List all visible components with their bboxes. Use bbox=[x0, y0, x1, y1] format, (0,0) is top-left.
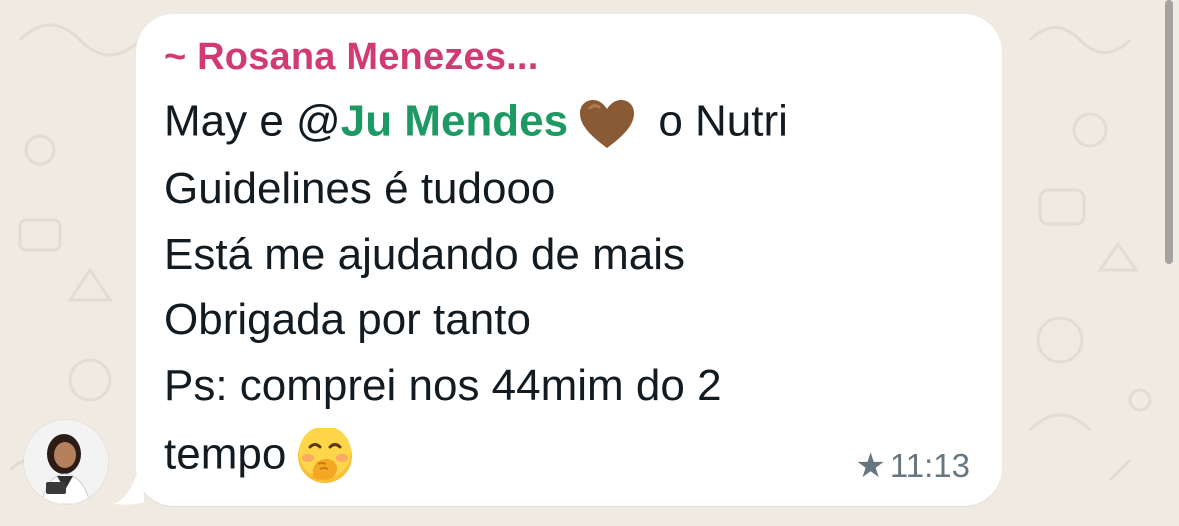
mention-link[interactable]: Ju Mendes bbox=[341, 97, 568, 146]
message-bubble[interactable]: ~ Rosana Menezes... May e @Ju Mendes o N… bbox=[136, 14, 1002, 506]
face-with-hand-over-mouth-icon bbox=[296, 428, 354, 486]
message-line: Guidelines é tudooo bbox=[164, 164, 556, 213]
mention-at-symbol: @ bbox=[296, 96, 341, 146]
message-line: Ps: comprei nos 44mim do 2 bbox=[164, 361, 722, 410]
brown-heart-icon bbox=[578, 98, 636, 150]
scrollbar[interactable] bbox=[1165, 0, 1173, 264]
message-line: May e @Ju Mendes o Nutri bbox=[164, 98, 788, 150]
message-line: Obrigada por tanto bbox=[164, 295, 531, 344]
message-meta: ★ 11:13 bbox=[855, 446, 970, 486]
message-text: May e bbox=[164, 96, 297, 146]
sender-name[interactable]: ~ Rosana Menezes... bbox=[164, 36, 538, 79]
star-icon: ★ bbox=[855, 447, 886, 485]
message-line: tempo bbox=[164, 428, 364, 486]
message-text: o Nutri bbox=[646, 96, 788, 146]
sender-avatar[interactable] bbox=[24, 420, 108, 504]
message-timestamp: 11:13 bbox=[889, 447, 970, 484]
message-line: Está me ajudando de mais bbox=[164, 230, 685, 279]
message-text: tempo bbox=[164, 429, 287, 479]
